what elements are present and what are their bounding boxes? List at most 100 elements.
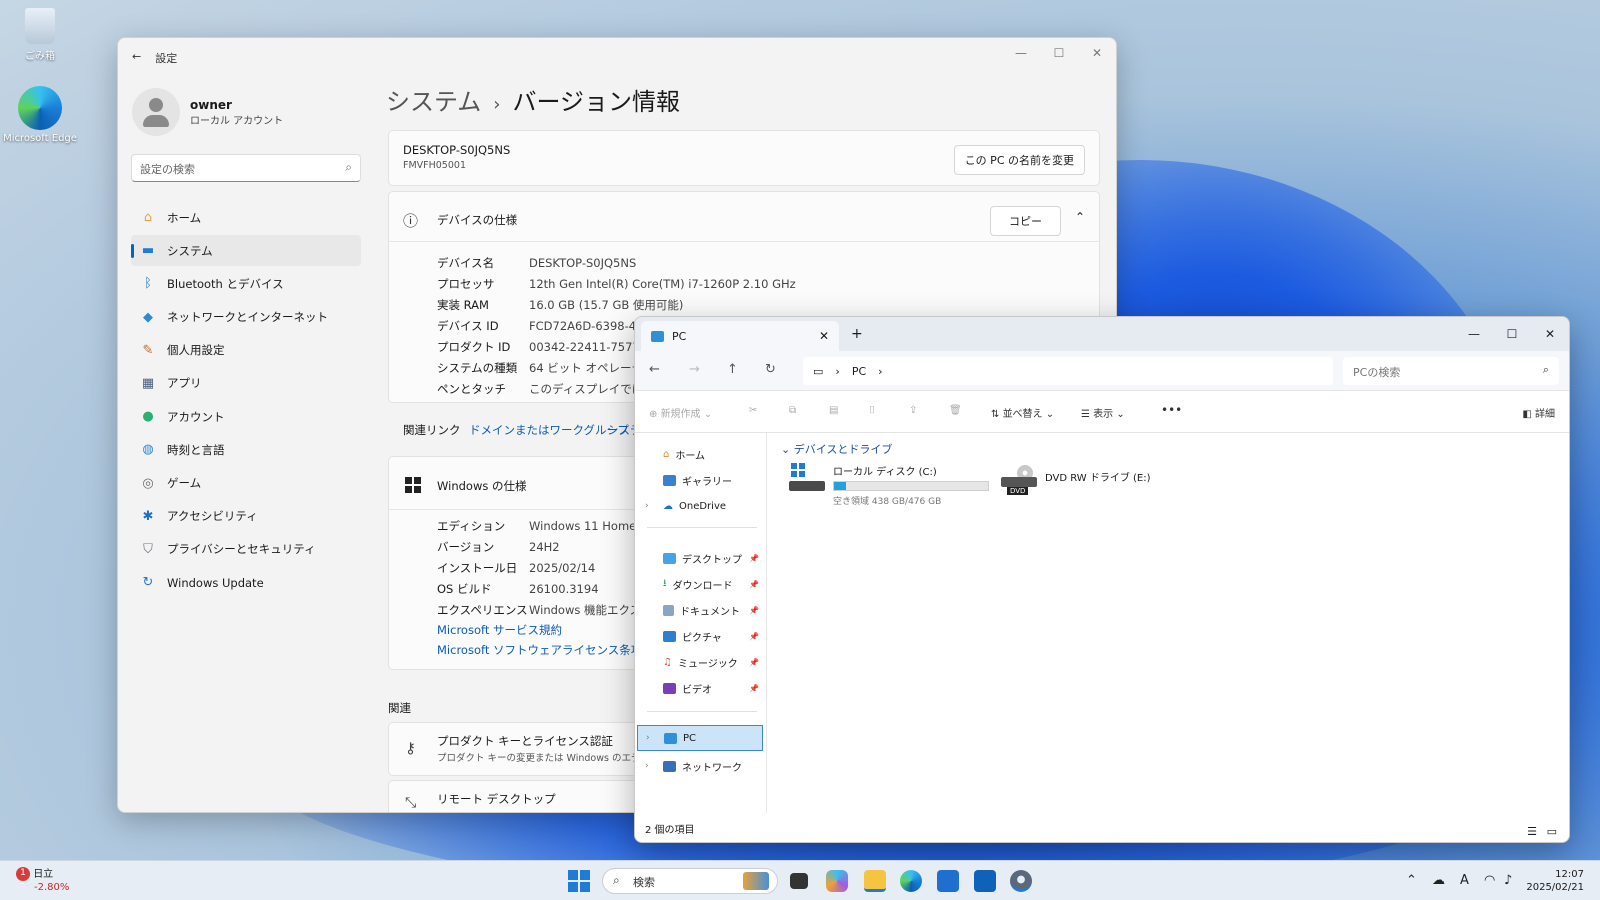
pin-icon[interactable]: 📌 (749, 632, 759, 641)
sidebar-item-pictures[interactable]: ピクチャ 📌 (637, 623, 763, 649)
onedrive-offline-icon[interactable]: ☁ (1432, 873, 1445, 888)
sidebar-item-system[interactable]: ▬ システム (131, 235, 361, 267)
explorer-search-input[interactable]: PCの検索 ⌕ (1343, 357, 1559, 385)
address-input[interactable]: ▭ › PC › (803, 357, 1333, 385)
settings-icon[interactable] (1010, 870, 1032, 892)
cut-icon[interactable]: ✂ (749, 405, 757, 416)
sidebar-item-personalization[interactable]: ✎ 個人用設定 (131, 335, 361, 366)
task-view-icon[interactable] (790, 873, 808, 889)
divider (647, 527, 757, 528)
pin-icon[interactable]: 📌 (749, 554, 759, 563)
close-button[interactable]: ✕ (1531, 319, 1569, 349)
pin-icon[interactable]: 📌 (749, 658, 759, 667)
sidebar-item-home[interactable]: ⌂ ホーム (131, 202, 361, 233)
drive-c-name: ローカル ディスク (C:) (833, 467, 937, 478)
paste-icon[interactable]: ▤ (829, 405, 838, 416)
recycle-bin-desktop-icon[interactable]: ごみ箱 (2, 8, 78, 62)
sidebar-item-network[interactable]: ◆ ネットワークとインターネット (131, 302, 361, 333)
volume-icon[interactable]: ♪ (1504, 873, 1512, 888)
spec-row: エクスペリエンス Windows 機能エクスペ (437, 602, 652, 617)
view-button[interactable]: ☰ 表示 ⌄ (1081, 405, 1125, 420)
address-pc[interactable]: PC (852, 365, 866, 378)
sidebar-item-apps[interactable]: ▦ アプリ (131, 368, 361, 399)
pin-icon[interactable]: 📌 (749, 606, 759, 615)
rename-icon[interactable]: ⌷ (869, 405, 875, 416)
sidebar-item-privacy[interactable]: ⛉ プライバシーとセキュリティ (131, 534, 361, 565)
sidebar-item-bluetooth[interactable]: ᛒ Bluetooth とデバイス (131, 268, 361, 299)
maximize-button[interactable]: ☐ (1040, 38, 1078, 68)
details-button[interactable]: ◧ 詳細 (1522, 405, 1555, 420)
sidebar-item-accounts[interactable]: ● アカウント (131, 401, 361, 432)
sidebar-item-gaming[interactable]: ◎ ゲーム (131, 468, 361, 499)
license-terms-link[interactable]: Microsoft ソフトウェアライセンス条項 (437, 642, 652, 658)
onedrive-icon: ☁ (663, 500, 673, 512)
file-explorer-icon[interactable] (864, 870, 886, 892)
sidebar-item-accessibility[interactable]: ✱ アクセシビリティ (131, 501, 361, 532)
sidebar-item-windows-update[interactable]: ↻ Windows Update (131, 567, 361, 598)
breadcrumb-system[interactable]: システム (386, 82, 481, 117)
copy-icon[interactable]: ⧉ (789, 405, 796, 416)
outlook-icon[interactable] (974, 870, 996, 892)
close-tab-icon[interactable]: ✕ (819, 329, 829, 343)
edge-desktop-icon[interactable]: Microsoft Edge (2, 86, 78, 144)
drive-e[interactable]: DVD DVD RW ドライブ (E:) (1001, 465, 1151, 499)
details-view-icon[interactable]: ☰ (1527, 825, 1537, 838)
sidebar-item-desktop[interactable]: デスクトップ 📌 (637, 545, 763, 571)
share-icon[interactable]: ⇪ (909, 405, 917, 416)
sidebar-item-time-language[interactable]: ◍ 時刻と言語 (131, 434, 361, 465)
stock-widget[interactable]: 1 日立 -2.80% (16, 867, 69, 894)
user-profile[interactable]: owner ローカル アカウント (132, 88, 283, 136)
chevron-right-icon[interactable]: › (646, 733, 650, 743)
start-icon[interactable] (568, 870, 590, 892)
sidebar-item-home[interactable]: ⌂ ホーム (637, 441, 763, 467)
sidebar-item-music[interactable]: ♫ ミュージック 📌 (637, 649, 763, 675)
minimize-button[interactable]: — (1002, 38, 1040, 68)
new-tab-button[interactable]: + (851, 326, 863, 342)
chevron-up-icon[interactable]: ⌃ (1406, 873, 1417, 888)
tiles-view-icon[interactable]: ▭ (1547, 825, 1557, 838)
settings-search-input[interactable]: 設定の検索 ⌕ (131, 154, 361, 182)
wifi-icon[interactable]: ◠ (1484, 873, 1495, 888)
spec-row: エディション Windows 11 Home (437, 518, 637, 533)
service-agreement-link[interactable]: Microsoft サービス規約 (437, 622, 652, 638)
chevron-right-icon[interactable]: › (645, 761, 649, 771)
sidebar-item-documents[interactable]: ドキュメント 📌 (637, 597, 763, 623)
sort-button[interactable]: ⇅ 並べ替え ⌄ (991, 405, 1054, 420)
drive-c[interactable]: ローカル ディスク (C:) 空き領域 438 GB/476 GB (789, 463, 989, 507)
copilot-icon[interactable] (826, 870, 848, 892)
maximize-button[interactable]: ☐ (1493, 319, 1531, 349)
devices-group-header[interactable]: ⌄ デバイスとドライブ (781, 441, 892, 457)
chevron-up-icon[interactable]: ⌃ (1075, 210, 1085, 224)
sidebar-item-network[interactable]: › ネットワーク (637, 753, 763, 779)
clock[interactable]: 12:07 2025/02/21 (1526, 868, 1584, 894)
store-icon[interactable] (937, 870, 959, 892)
chevron-right-icon: › (835, 364, 840, 378)
back-arrow-icon[interactable]: ← (132, 50, 141, 66)
close-button[interactable]: ✕ (1078, 38, 1116, 68)
refresh-icon[interactable]: ↻ (765, 362, 776, 377)
minimize-button[interactable]: — (1455, 319, 1493, 349)
sidebar-item-onedrive[interactable]: › ☁ OneDrive (637, 493, 763, 519)
pin-icon[interactable]: 📌 (749, 580, 759, 589)
delete-icon[interactable]: 🗑 (949, 405, 962, 416)
home-icon: ⌂ (143, 210, 153, 225)
chevron-right-icon[interactable]: › (878, 365, 882, 378)
pin-icon[interactable]: 📌 (749, 684, 759, 693)
up-arrow-icon[interactable]: ↑ (727, 362, 738, 377)
copy-button[interactable]: コピー (990, 206, 1061, 236)
forward-arrow-icon[interactable]: → (689, 362, 700, 377)
edge-icon[interactable] (900, 870, 922, 892)
sidebar-item-videos[interactable]: ビデオ 📌 (637, 675, 763, 701)
sidebar-item-pc[interactable]: › PC (637, 725, 763, 751)
sidebar-item-downloads[interactable]: ⭳ ダウンロード 📌 (637, 571, 763, 597)
taskbar-search[interactable]: ⌕ 検索 (602, 868, 778, 894)
rename-pc-button[interactable]: この PC の名前を変更 (953, 145, 1085, 175)
more-options-button[interactable]: ••• (1161, 403, 1182, 417)
back-arrow-icon[interactable]: ← (649, 362, 660, 377)
domain-workgroup-link[interactable]: ドメインまたはワークグループ (469, 422, 629, 438)
ime-indicator[interactable]: A (1460, 873, 1469, 888)
sidebar-item-gallery[interactable]: ギャラリー (637, 467, 763, 493)
new-button[interactable]: ⊕ 新規作成 ⌄ (649, 405, 712, 420)
chevron-right-icon[interactable]: › (645, 501, 649, 511)
tab-pc[interactable]: PC ✕ (641, 321, 839, 351)
